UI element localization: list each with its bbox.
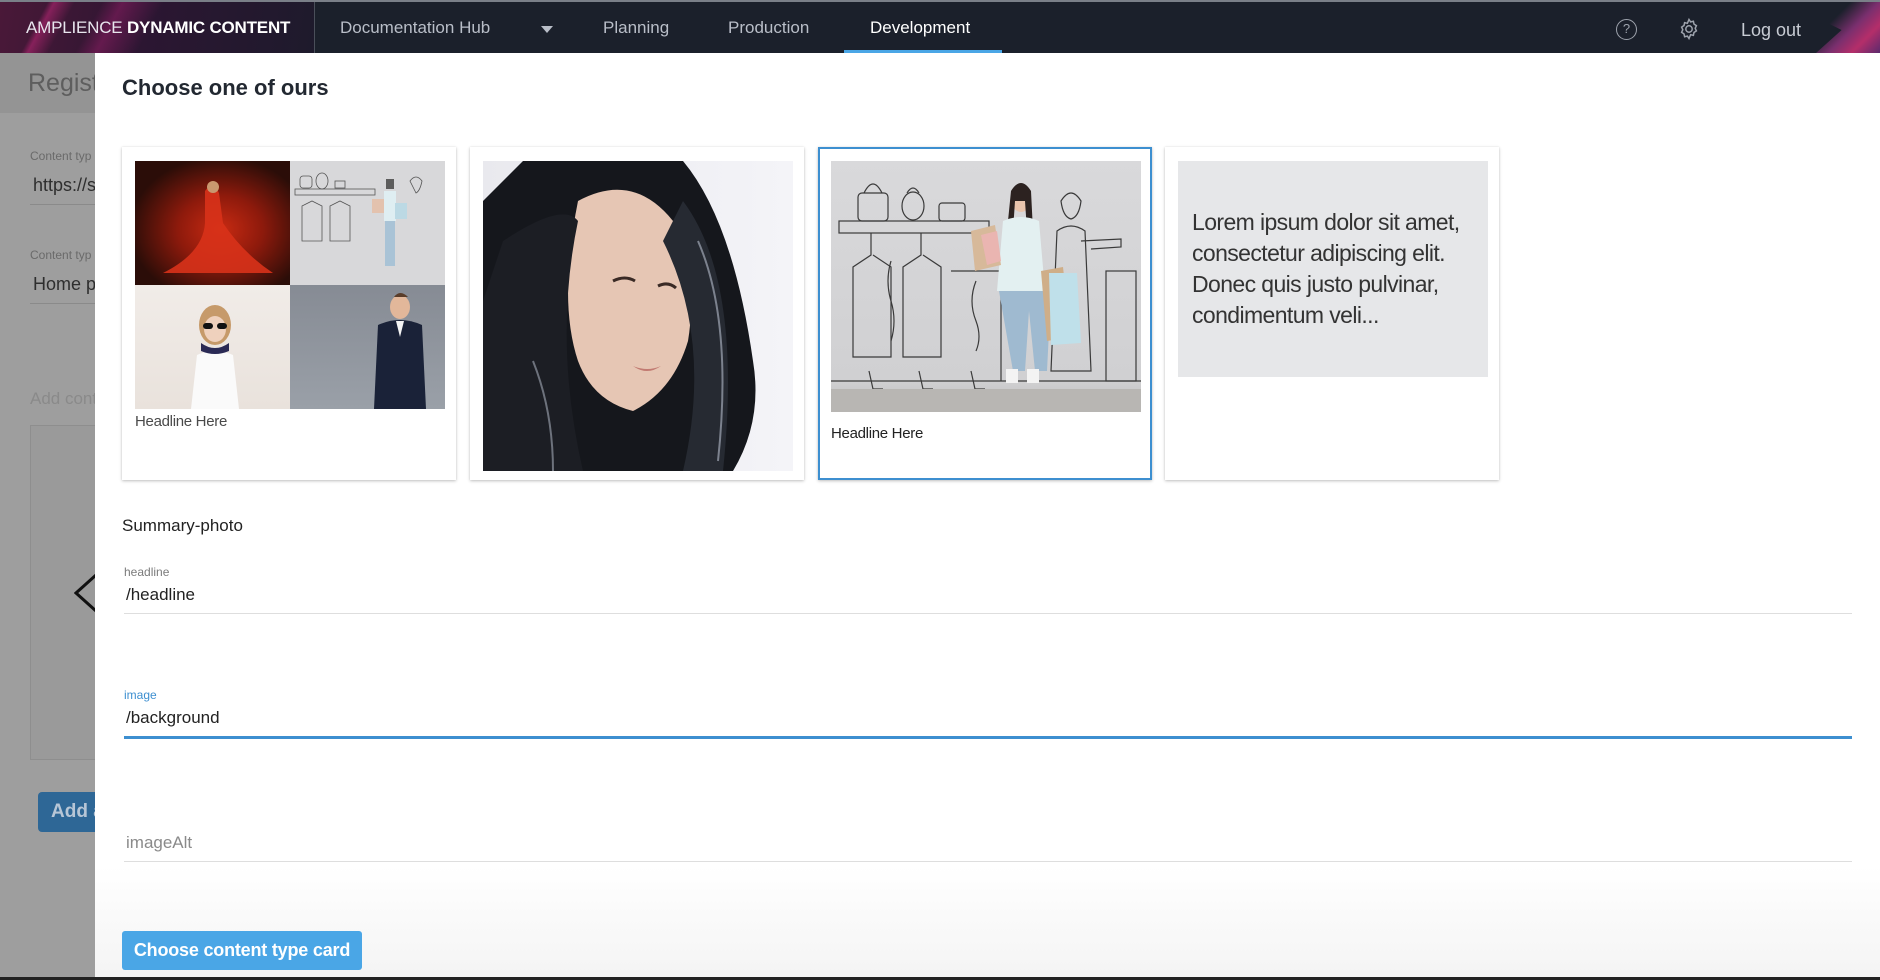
image-alt-input[interactable] <box>124 827 1852 862</box>
headline-field-label: headline <box>124 565 170 579</box>
gear-icon[interactable] <box>1677 17 1701 41</box>
image-field-label: image <box>124 688 157 702</box>
card-template-text[interactable]: Lorem ipsum dolor sit amet, consectetur … <box>1165 147 1499 480</box>
modal-title: Choose one of ours <box>122 75 329 100</box>
headline-field: headline <box>124 565 1852 614</box>
top-navigation: AMPLIENCE DYNAMIC CONTENT Documentation … <box>0 0 1880 54</box>
nav-tab-production[interactable]: Production <box>728 18 809 38</box>
image-alt-field <box>124 827 1852 862</box>
nav-divider <box>314 2 315 53</box>
section-title: Summary-photo <box>122 516 243 535</box>
brand-bold-text: DYNAMIC CONTENT <box>126 18 291 37</box>
card-template-shopping-image[interactable]: Headline Here <box>818 147 1152 480</box>
hub-selector[interactable]: Documentation Hub <box>340 18 490 38</box>
card-caption: Headline Here <box>135 413 227 430</box>
brand-light-text: AMPLIENCE <box>26 18 123 37</box>
background-field-label: Content typ <box>30 248 92 262</box>
image-field: image <box>124 688 1852 739</box>
card-image-hair <box>483 161 793 471</box>
red-dress-photo <box>135 161 290 285</box>
lorem-ipsum-text: Lorem ipsum dolor sit amet, consectetur … <box>1178 161 1488 377</box>
dropdown-arrow-icon[interactable] <box>541 26 553 33</box>
card-image-shopping <box>831 161 1141 412</box>
card-text-block: Lorem ipsum dolor sit amet, consectetur … <box>1178 161 1488 377</box>
shopping-woman-photo <box>831 161 1141 412</box>
man-in-suit-photo <box>290 285 445 409</box>
card-template-hair-image[interactable] <box>470 147 804 480</box>
background-add-content-label: Add cont <box>30 389 98 408</box>
card-template-image-grid[interactable]: Headline Here <box>122 147 456 480</box>
choose-content-type-card-button[interactable]: Choose content type card <box>122 931 362 970</box>
shopping-sketch-photo <box>290 161 445 285</box>
card-caption: Headline Here <box>831 425 923 442</box>
decorative-corner <box>1816 2 1880 53</box>
card-image-grid <box>135 161 445 409</box>
app-logo[interactable]: AMPLIENCE DYNAMIC CONTENT <box>26 18 290 38</box>
scarf-sunglasses-photo <box>135 285 290 409</box>
content-type-card-modal: Choose one of ours Headline Here Headlin… <box>95 53 1880 977</box>
logout-link[interactable]: Log out <box>1741 20 1801 41</box>
nav-tab-planning[interactable]: Planning <box>603 18 669 38</box>
background-field-value: https://s <box>33 175 97 195</box>
headline-input[interactable] <box>124 579 1852 614</box>
image-input[interactable] <box>124 702 1852 739</box>
nav-tab-development[interactable]: Development <box>870 18 970 38</box>
black-hair-model-photo <box>483 161 793 471</box>
background-field-label: Content typ <box>30 149 92 163</box>
help-icon[interactable]: ? <box>1616 19 1637 40</box>
